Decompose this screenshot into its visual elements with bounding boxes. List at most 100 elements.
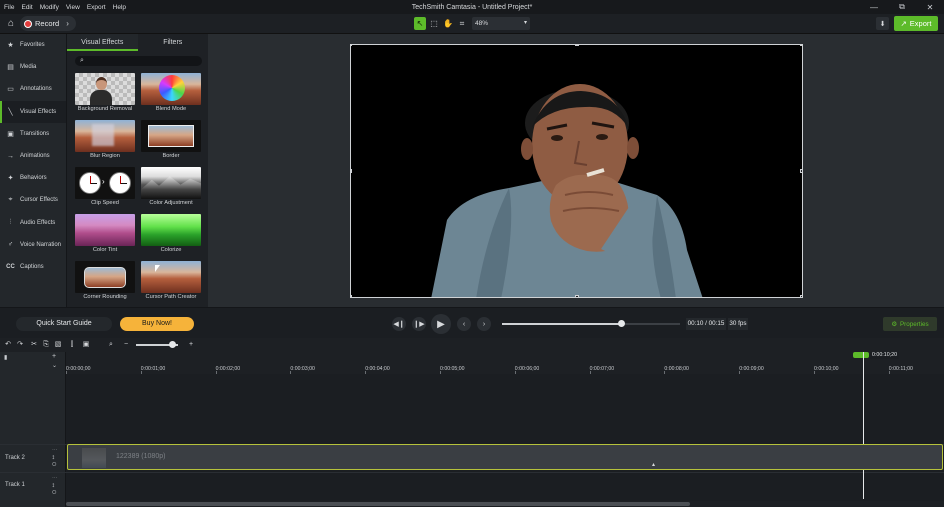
resize-handle[interactable] <box>351 295 352 297</box>
add-track-icon[interactable]: + <box>52 353 56 360</box>
window-controls: — ⧉ ✕ <box>860 0 944 14</box>
home-icon[interactable]: ⌂ <box>4 17 18 31</box>
sidebar-item-cursor-effects[interactable]: ⌖ Cursor Effects <box>0 189 66 211</box>
sidebar-item-voice-narration[interactable]: ♂ Voice Narration <box>0 234 66 256</box>
sidebar-item-favorites[interactable]: ★ Favorites <box>0 34 66 56</box>
zoom-slider-knob[interactable] <box>169 341 177 348</box>
effect-thumbnail <box>75 214 135 246</box>
menu-file[interactable]: File <box>4 4 14 11</box>
sidebar-item-media[interactable]: ▤ Media <box>0 56 66 78</box>
sidebar-item-audio-effects[interactable]: ⫶ Audio Effects <box>0 212 66 234</box>
undo-icon[interactable]: ↶ <box>3 340 13 350</box>
zoom-out-icon[interactable]: − <box>121 340 131 350</box>
buy-now-button[interactable]: Buy Now! <box>120 317 194 331</box>
sidebar-item-transitions[interactable]: ▣ Transitions <box>0 123 66 145</box>
menu-export[interactable]: Export <box>87 4 106 11</box>
zoom-select[interactable]: 48% ▾ <box>472 17 530 30</box>
play-icon[interactable]: ▶ <box>431 314 451 334</box>
clock-icon <box>109 172 131 194</box>
resize-handle[interactable] <box>351 45 352 46</box>
crop-handles-tool-icon[interactable]: ⬚ <box>428 17 440 30</box>
effect-corner-rounding[interactable]: Corner Rounding <box>75 261 135 303</box>
effect-color-tint[interactable]: Color Tint <box>75 214 135 256</box>
menu-view[interactable]: View <box>66 4 80 11</box>
ruler-tick-label: 0:00:04;00 <box>365 366 390 372</box>
paste-icon[interactable]: ▧ <box>53 340 63 350</box>
playhead-time: 0:00:10;20 <box>870 352 900 359</box>
timeline-zoom-slider[interactable] <box>136 341 178 348</box>
sidebar-item-behaviors[interactable]: ✦ Behaviors <box>0 167 66 189</box>
crop-tool-icon[interactable]: ⌗ <box>456 17 468 30</box>
split-icon[interactable]: ⫿ <box>67 340 77 350</box>
quick-start-button[interactable]: Quick Start Guide <box>16 317 112 331</box>
step-back-icon[interactable]: ◀❙ <box>392 317 406 331</box>
step-forward-icon[interactable]: ❙▶ <box>412 317 426 331</box>
track-lock-icon[interactable]: ⋯ ⭥ ⭘ <box>52 448 58 469</box>
resize-handle[interactable] <box>800 295 802 297</box>
sidebar-item-label: Behaviors <box>20 175 47 182</box>
redo-icon[interactable]: ↷ <box>15 340 25 350</box>
resize-handle[interactable] <box>800 169 802 173</box>
scrollbar-thumb[interactable] <box>66 502 690 506</box>
window-title: TechSmith Camtasia - Untitled Project* <box>411 3 533 11</box>
minimize-button[interactable]: — <box>860 0 888 14</box>
collapse-icon[interactable]: ⌄ <box>52 362 57 369</box>
track-options-icon[interactable]: ▮ <box>4 354 7 361</box>
ruler-tick-mark <box>140 371 142 374</box>
copy-icon[interactable]: ⎘ <box>41 340 51 350</box>
effect-colorize[interactable]: Colorize <box>141 214 201 256</box>
bordered-image-icon <box>148 125 194 147</box>
record-button[interactable]: Record › <box>20 16 76 31</box>
cut-icon[interactable]: ✂ <box>29 340 39 350</box>
camera-icon[interactable]: ▣ <box>81 340 91 350</box>
zoom-fit-icon[interactable]: ⌕ <box>106 340 116 350</box>
maximize-button[interactable]: ⧉ <box>888 0 916 14</box>
menu-modify[interactable]: Modify <box>40 4 59 11</box>
ruler-tick-mark <box>514 371 516 374</box>
sidebar-item-annotations[interactable]: ▭ Annotations <box>0 78 66 100</box>
effect-blur-region[interactable]: Blur Region <box>75 120 135 162</box>
download-icon[interactable]: ⬇ <box>876 17 889 30</box>
zoom-in-icon[interactable]: + <box>186 340 196 350</box>
hand-tool-icon[interactable]: ✋ <box>442 17 454 30</box>
timeline-scrollbar[interactable] <box>66 501 944 506</box>
main-toolbar: ⌂ Record › ↖ ⬚ ✋ ⌗ 48% ▾ ⬇ ↗ Export <box>0 14 944 34</box>
canvas-tools: ↖ ⬚ ✋ ⌗ <box>414 17 468 30</box>
resize-handle[interactable] <box>575 295 579 297</box>
film-icon: ▤ <box>7 64 14 72</box>
effect-background-removal[interactable]: Background Removal <box>75 73 135 115</box>
export-button[interactable]: ↗ Export <box>894 16 938 31</box>
media-clip[interactable]: 122389 (1080p) ▴ <box>67 444 943 470</box>
playback-progress[interactable] <box>502 320 680 327</box>
menu-help[interactable]: Help <box>113 4 126 11</box>
effect-label: Blend Mode <box>155 106 187 112</box>
close-button[interactable]: ✕ <box>916 0 944 14</box>
menu-bar: File Edit Modify View Export Help TechSm… <box>0 0 944 14</box>
sidebar-item-captions[interactable]: CC Captions <box>0 256 66 278</box>
tab-visual-effects[interactable]: Visual Effects <box>67 34 138 51</box>
timeline: ▮ + ⌄ 0:00:00;00 0:00:01;00 0:00:02;00 0:00… <box>0 352 944 507</box>
progress-knob[interactable] <box>617 320 625 327</box>
properties-button[interactable]: ⚙ Properties <box>883 317 937 331</box>
next-icon[interactable]: › <box>477 317 491 331</box>
effect-thumbnail <box>75 261 135 293</box>
menu-edit[interactable]: Edit <box>21 4 32 11</box>
tab-filters[interactable]: Filters <box>138 34 209 51</box>
select-tool-icon[interactable]: ↖ <box>414 17 426 30</box>
track-lock-icon[interactable]: ⋯ ⭥ ⭘ <box>52 476 58 497</box>
resize-handle[interactable] <box>575 45 579 46</box>
resize-handle[interactable] <box>800 45 802 46</box>
playhead-handle[interactable] <box>853 352 869 358</box>
previous-icon[interactable]: ‹ <box>457 317 471 331</box>
resize-handle[interactable] <box>351 169 352 173</box>
effect-color-adjustment[interactable]: Color Adjustment <box>141 167 201 209</box>
sidebar-item-visual-effects[interactable]: ╲ Visual Effects <box>0 100 66 123</box>
effect-clip-speed[interactable]: › Clip Speed <box>75 167 135 209</box>
effect-blend-mode[interactable]: Blend Mode <box>141 73 201 115</box>
video-canvas[interactable] <box>350 44 803 298</box>
timeline-ruler[interactable]: 0:00:00;00 0:00:01;00 0:00:02;00 0:00:03;00… <box>66 352 944 374</box>
search-input[interactable]: ⌕ <box>75 56 202 66</box>
effect-cursor-path-creator[interactable]: Cursor Path Creator <box>141 261 201 303</box>
sidebar-item-animations[interactable]: → Animations <box>0 145 66 167</box>
effect-border[interactable]: Border <box>141 120 201 162</box>
